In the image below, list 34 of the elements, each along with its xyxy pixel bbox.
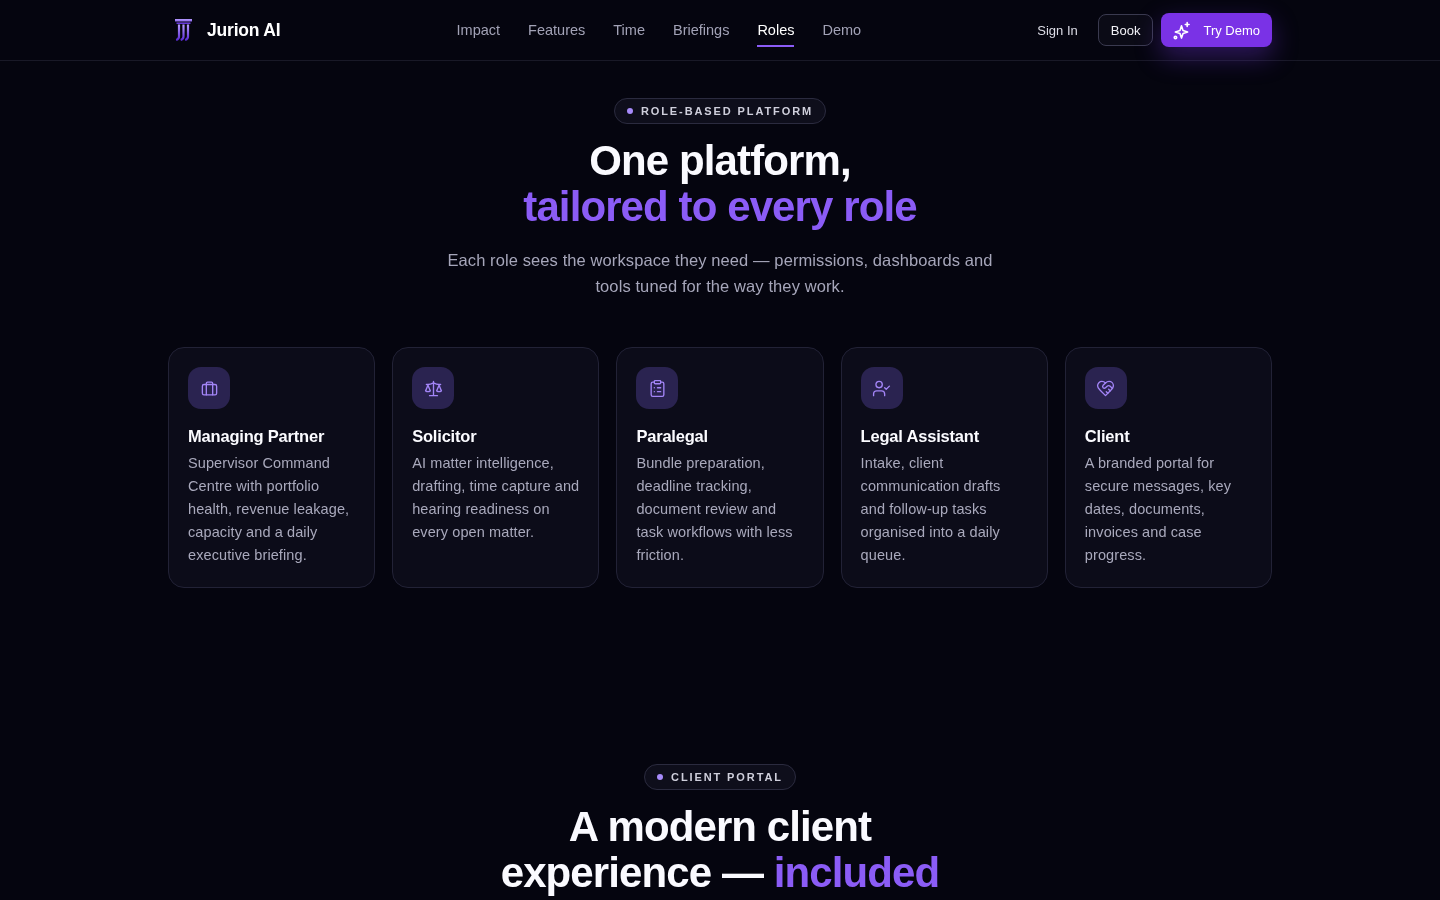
- card-title: Paralegal: [636, 426, 709, 447]
- book-button[interactable]: Book: [1097, 14, 1154, 46]
- section-subtitle: Each role sees the workspace they need — permissions, dashboards and tools tuned for the way they work.: [446, 250, 994, 297]
- card-title: Managing Partner: [188, 426, 326, 447]
- sign-in-link[interactable]: Sign In: [1037, 16, 1078, 44]
- scales-icon: [412, 367, 455, 409]
- nav-link[interactable]: Demo: [822, 13, 862, 47]
- briefcase-icon: [188, 367, 230, 409]
- nav-link[interactable]: Briefings: [672, 13, 730, 47]
- dot-icon: [657, 774, 664, 780]
- nav-link[interactable]: Roles: [757, 13, 795, 47]
- card-description: A branded portal for secure messages, key dates, documents, invoices and case progress.: [1084, 454, 1233, 565]
- badge-text: ROLE-BASED PLATFORM: [640, 105, 814, 117]
- nav-link[interactable]: Time: [613, 13, 645, 47]
- dot-icon: [626, 108, 633, 114]
- clipboard-list-icon: [636, 367, 679, 409]
- sparkle-icon: [1173, 20, 1191, 40]
- badge-text: CLIENT PORTAL: [671, 771, 783, 783]
- card-description: Intake, client communication drafts and follow-up tasks organised into a daily queue.: [860, 454, 1002, 565]
- card-description: AI matter intelligence, drafting, time capture and hearing readiness on every open matter.: [412, 454, 580, 542]
- card-title: Solicitor: [412, 426, 478, 447]
- try-demo-button[interactable]: Try Demo: [1161, 13, 1272, 47]
- card-title: Client: [1084, 426, 1131, 447]
- user-check-icon: [860, 367, 903, 409]
- nav-link[interactable]: Impact: [456, 13, 501, 47]
- pillar-logo-icon: [175, 19, 192, 41]
- nav-link[interactable]: Features: [528, 13, 586, 47]
- section-heading: A modern client experience — included: [499, 804, 941, 896]
- card-description: Supervisor Command Centre with portfolio health, revenue leakage, capacity and a daily executive briefing.: [188, 454, 351, 565]
- card-description: Bundle preparation, deadline tracking, document review and task workflows with less friction.: [636, 454, 794, 565]
- section-heading: One platform, tailored to every role: [523, 138, 917, 230]
- card-title: Legal Assistant: [860, 426, 980, 447]
- heart-handshake-icon: [1084, 367, 1127, 409]
- brand-name: Jurion AI: [207, 19, 281, 41]
